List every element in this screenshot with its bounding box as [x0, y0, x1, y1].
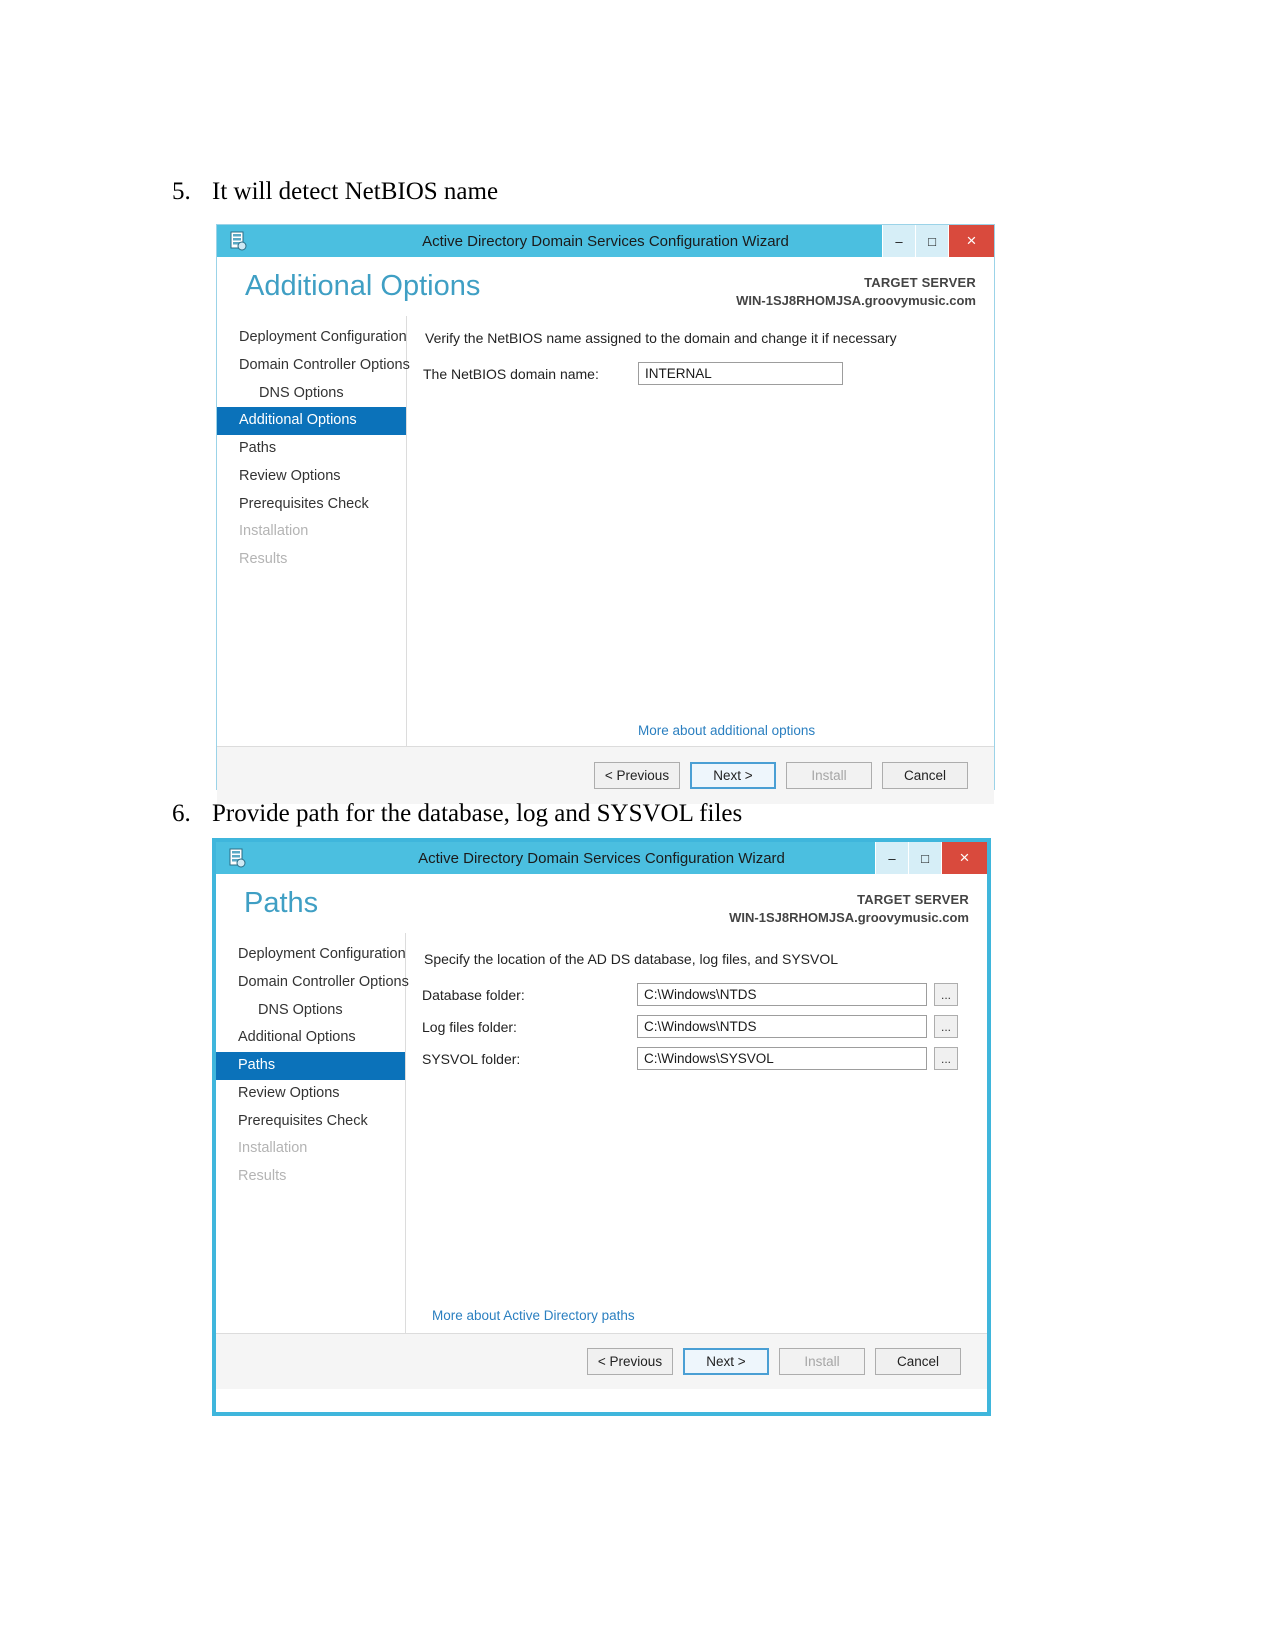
title-bar: Active Directory Domain Services Configu…	[216, 842, 987, 874]
more-about-active-directory-paths-link[interactable]: More about Active Directory paths	[432, 1308, 635, 1323]
netbios-domain-name-input[interactable]: INTERNAL	[638, 362, 843, 385]
target-server-block: TARGET SERVER WIN-1SJ8RHOMJSA.groovymusi…	[736, 271, 976, 308]
page-header: Paths TARGET SERVER WIN-1SJ8RHOMJSA.groo…	[216, 874, 987, 933]
close-button[interactable]: ×	[941, 842, 987, 874]
nav-item-paths[interactable]: Paths	[217, 435, 406, 463]
next-button[interactable]: Next >	[690, 762, 776, 789]
wizard-step-nav: Deployment Configuration Domain Controll…	[216, 933, 409, 1333]
step-5-text: It will detect NetBIOS name	[212, 178, 499, 205]
content-area: Specify the location of the AD DS databa…	[406, 933, 987, 1333]
window-controls: – □ ×	[875, 842, 987, 874]
database-folder-input[interactable]: C:\Windows\NTDS	[637, 983, 927, 1006]
content-area: Verify the NetBIOS name assigned to the …	[407, 316, 994, 746]
nav-item-installation: Installation	[238, 1140, 308, 1157]
nav-item-installation: Installation	[239, 523, 309, 540]
nav-item-dns-options[interactable]: DNS Options	[217, 380, 406, 408]
install-button: Install	[779, 1348, 865, 1375]
maximize-button[interactable]: □	[908, 842, 941, 874]
next-button[interactable]: Next >	[683, 1348, 769, 1375]
footer-buttons: < Previous Next > Install Cancel	[217, 746, 994, 804]
nav-item-prerequisites-check[interactable]: Prerequisites Check	[217, 491, 406, 519]
target-server-name: WIN-1SJ8RHOMJSA.groovymusic.com	[736, 293, 976, 308]
database-folder-row: Database folder: C:\Windows\NTDS ...	[422, 983, 969, 1006]
nav-item-review-options[interactable]: Review Options	[217, 463, 406, 491]
instruction-text: Verify the NetBIOS name assigned to the …	[425, 330, 897, 346]
nav-item-results: Results	[239, 551, 288, 567]
nav-item-additional-options[interactable]: Additional Options	[216, 1024, 405, 1052]
server-wizard-icon	[225, 228, 251, 254]
previous-button[interactable]: < Previous	[587, 1348, 673, 1375]
nav-item-domain-controller-options[interactable]: Domain Controller Options	[217, 352, 410, 380]
target-server-label: TARGET SERVER	[864, 275, 976, 290]
wizard-window-additional-options: Active Directory Domain Services Configu…	[216, 224, 995, 804]
step-5-number: 5.	[172, 178, 191, 205]
netbios-domain-name-row: The NetBIOS domain name: INTERNAL	[423, 362, 976, 385]
instruction-text: Specify the location of the AD DS databa…	[424, 951, 839, 967]
cancel-button[interactable]: Cancel	[882, 762, 968, 789]
nav-item-prerequisites-check[interactable]: Prerequisites Check	[216, 1108, 405, 1136]
sysvol-folder-input[interactable]: C:\Windows\SYSVOL	[637, 1047, 927, 1070]
previous-button[interactable]: < Previous	[594, 762, 680, 789]
install-button: Install	[786, 762, 872, 789]
sysvol-folder-browse-button[interactable]: ...	[934, 1047, 958, 1070]
sysvol-folder-label: SYSVOL folder:	[422, 1050, 521, 1067]
database-folder-label: Database folder:	[422, 986, 525, 1003]
server-wizard-icon	[224, 845, 250, 871]
window-title: Active Directory Domain Services Configu…	[418, 849, 785, 867]
more-about-additional-options-link[interactable]: More about additional options	[638, 723, 815, 738]
step-6: 6. Provide path for the database, log an…	[172, 800, 742, 828]
sysvol-folder-row: SYSVOL folder: C:\Windows\SYSVOL ...	[422, 1047, 969, 1070]
target-server-block: TARGET SERVER WIN-1SJ8RHOMJSA.groovymusi…	[729, 888, 969, 925]
nav-item-review-options[interactable]: Review Options	[216, 1080, 405, 1108]
wizard-window-paths: Active Directory Domain Services Configu…	[212, 838, 991, 1416]
body-area: Deployment Configuration Domain Controll…	[216, 933, 987, 1333]
nav-item-domain-controller-options[interactable]: Domain Controller Options	[216, 969, 409, 997]
page-header: Additional Options TARGET SERVER WIN-1SJ…	[217, 257, 994, 316]
database-folder-browse-button[interactable]: ...	[934, 983, 958, 1006]
step-6-text: Provide path for the database, log and S…	[212, 800, 743, 827]
log-files-folder-browse-button[interactable]: ...	[934, 1015, 958, 1038]
title-bar: Active Directory Domain Services Configu…	[217, 225, 994, 257]
nav-item-deployment-configuration[interactable]: Deployment Configuration	[216, 941, 406, 969]
maximize-button[interactable]: □	[915, 225, 948, 257]
log-files-folder-label: Log files folder:	[422, 1018, 517, 1035]
log-files-folder-row: Log files folder: C:\Windows\NTDS ...	[422, 1015, 969, 1038]
window-title: Active Directory Domain Services Configu…	[422, 232, 789, 250]
nav-item-additional-options[interactable]: Additional Options	[217, 407, 406, 435]
body-area: Deployment Configuration Domain Controll…	[217, 316, 994, 746]
nav-item-paths[interactable]: Paths	[216, 1052, 405, 1080]
step-6-number: 6.	[172, 800, 191, 827]
wizard-step-nav: Deployment Configuration Domain Controll…	[217, 316, 410, 746]
log-files-folder-input[interactable]: C:\Windows\NTDS	[637, 1015, 927, 1038]
footer-buttons: < Previous Next > Install Cancel	[216, 1333, 987, 1389]
netbios-domain-name-label: The NetBIOS domain name:	[423, 365, 599, 382]
minimize-button[interactable]: –	[875, 842, 908, 874]
close-button[interactable]: ×	[948, 225, 994, 257]
window-controls: – □ ×	[882, 225, 994, 257]
page-title: Additional Options	[245, 270, 481, 302]
target-server-name: WIN-1SJ8RHOMJSA.groovymusic.com	[729, 910, 969, 925]
nav-item-deployment-configuration[interactable]: Deployment Configuration	[217, 324, 407, 352]
target-server-label: TARGET SERVER	[857, 892, 969, 907]
cancel-button[interactable]: Cancel	[875, 1348, 961, 1375]
page-title: Paths	[244, 887, 319, 919]
step-5: 5. It will detect NetBIOS name	[172, 178, 498, 206]
nav-item-dns-options[interactable]: DNS Options	[216, 997, 405, 1025]
minimize-button[interactable]: –	[882, 225, 915, 257]
nav-item-results: Results	[238, 1168, 287, 1184]
